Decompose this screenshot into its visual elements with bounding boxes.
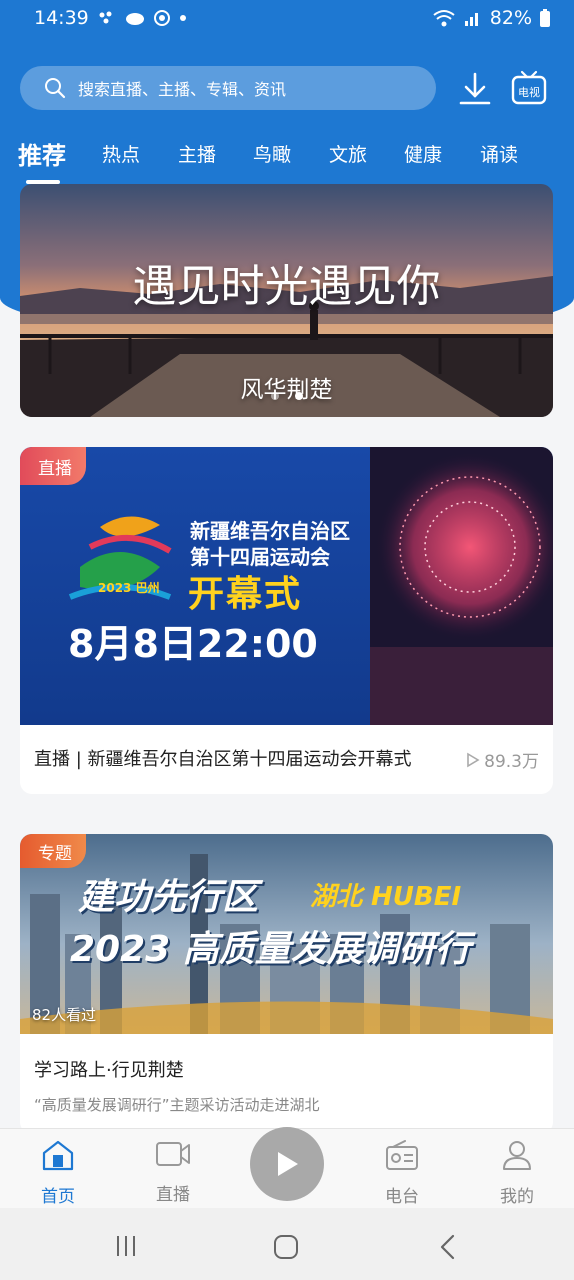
tv-icon: 电视 (511, 70, 547, 105)
live-badge: 直播 (20, 447, 86, 485)
watched-count: 82人看过 (32, 1006, 97, 1024)
banner-carousel[interactable]: 遇见时光遇见你 风华荆楚 (20, 184, 553, 417)
banner-subtitle: 风华荆楚 (240, 377, 333, 403)
wifi-icon (433, 10, 455, 27)
tv-button[interactable]: 电视 (510, 70, 548, 106)
live-image-logo-text: 2023 巴州 (98, 581, 160, 595)
topic-card[interactable]: 建功先行区 湖北 HUBEI 2023 高质量发展调研行 82人看过 专题 学习… (20, 834, 553, 1134)
tab-culture-travel[interactable]: 文旅 (329, 140, 367, 167)
nav-live[interactable]: 直播 (133, 1139, 213, 1205)
dot-icon (179, 15, 186, 21)
view-count: 89.3万 (466, 747, 539, 772)
tab-hot[interactable]: 热点 (102, 140, 140, 167)
user-icon (503, 1141, 531, 1170)
nav-profile[interactable]: 我的 (477, 1139, 557, 1207)
banner-title: 遇见时光遇见你 (132, 261, 441, 312)
download-icon[interactable] (456, 70, 494, 108)
topic-thumbnail: 建功先行区 湖北 HUBEI 2023 高质量发展调研行 82人看过 (20, 834, 553, 1034)
status-right: 82% (432, 7, 550, 29)
live-image-line1: 新疆维吾尔自治区 (190, 519, 350, 543)
live-card[interactable]: 新疆维吾尔自治区 第十四届运动会 开幕式 8月8日22:00 2023 巴州 直… (20, 447, 553, 794)
topic-image-line2: 2023 高质量发展调研行 (70, 929, 471, 970)
center-play-button[interactable] (250, 1127, 324, 1201)
recent-apps-icon[interactable] (114, 1234, 138, 1258)
cloud-icon (125, 13, 144, 25)
system-nav-bar (0, 1208, 574, 1280)
dots-icon (99, 11, 112, 24)
back-icon[interactable] (438, 1234, 456, 1260)
live-card-title: 直播 | 新疆维吾尔自治区第十四届运动会开幕式 (34, 749, 412, 770)
topic-badge: 专题 (20, 834, 86, 868)
carousel-dot-active (295, 392, 303, 400)
notification-icons (99, 9, 187, 27)
carousel-dot (271, 392, 279, 400)
status-bar: 14:39 82% (0, 0, 574, 36)
tv-label: 电视 (518, 85, 540, 99)
nav-home[interactable]: 首页 (18, 1139, 98, 1207)
signal-icon (464, 13, 478, 26)
live-image-date: 8月8日22:00 (68, 622, 318, 666)
home-button-icon[interactable] (273, 1234, 299, 1260)
play-icon (278, 1152, 298, 1176)
topic-image-line1: 建功先行区 (78, 877, 259, 918)
battery-icon (540, 9, 550, 27)
tab-health[interactable]: 健康 (404, 140, 442, 167)
search-icon (45, 78, 66, 99)
live-image-line3: 开幕式 (188, 574, 303, 615)
radio-icon (386, 1140, 418, 1170)
video-camera-icon (156, 1142, 190, 1166)
tab-recommend[interactable]: 推荐 (18, 136, 66, 171)
play-small-icon (467, 752, 480, 767)
search-placeholder: 搜索直播、主播、专辑、资讯 (78, 80, 287, 99)
nav-home-label: 首页 (41, 1187, 75, 1207)
nav-radio-label: 电台 (385, 1187, 419, 1207)
swirl-icon (153, 10, 170, 26)
nav-live-label: 直播 (156, 1185, 190, 1205)
topic-card-title: 学习路上·行见荆楚 (34, 1060, 184, 1081)
category-tabs: 推荐 热点 主播 鸟瞰 文旅 健康 诵读 (0, 132, 574, 180)
battery-percent: 82% (489, 7, 532, 29)
home-icon (42, 1140, 74, 1171)
tab-aerial[interactable]: 鸟瞰 (253, 140, 291, 167)
search-bar[interactable]: 搜索直播、主播、专辑、资讯 (20, 66, 436, 110)
status-time: 14:39 (34, 7, 89, 29)
nav-radio[interactable]: 电台 (362, 1139, 442, 1207)
topic-card-subtitle: “高质量发展调研行”主题采访活动走进湖北 (34, 1096, 320, 1114)
tab-recitation[interactable]: 诵读 (480, 140, 518, 167)
nav-profile-label: 我的 (500, 1187, 534, 1207)
tab-anchor[interactable]: 主播 (178, 140, 216, 167)
topic-image-hubei: 湖北 HUBEI (310, 882, 462, 912)
view-count-value: 89.3万 (484, 752, 539, 772)
live-thumbnail: 新疆维吾尔自治区 第十四届运动会 开幕式 8月8日22:00 2023 巴州 (20, 447, 553, 725)
